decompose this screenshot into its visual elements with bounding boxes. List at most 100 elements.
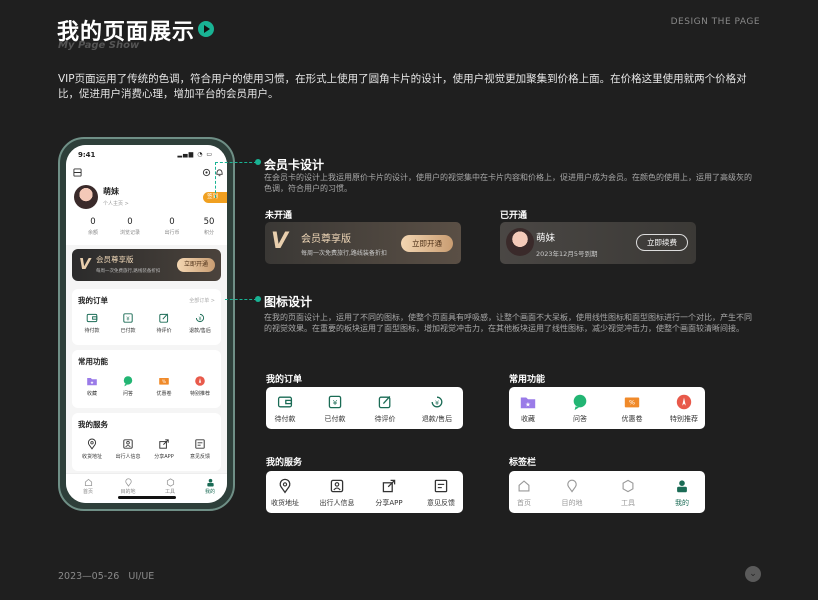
order-refund[interactable]: ¥ 退款/售后: [182, 311, 218, 334]
panel-orders-title: 我的订单: [266, 375, 303, 385]
panel-tab-destination[interactable]: 目的地: [547, 477, 597, 508]
func-favorites[interactable]: ★ 收藏: [74, 374, 110, 397]
settings-icon[interactable]: [202, 168, 211, 177]
avatar: [506, 228, 534, 256]
functions-title: 常用功能: [78, 357, 108, 366]
orders-card: 我的订单 全部订单 > 待付款 ¥ 已付款 待评价 ¥ 退款/售后: [72, 289, 221, 345]
panel-func-coupons[interactable]: % 优惠卷: [607, 393, 657, 424]
service-address[interactable]: 收货地址: [74, 437, 110, 460]
panel-order-paid[interactable]: ¥ 已付款: [310, 393, 360, 424]
vip-card[interactable]: V 会员尊享版 每周一次免费旅行,路线装备折扣 立即开通: [72, 249, 221, 281]
svg-text:★: ★: [525, 402, 531, 409]
panel-func-recommend[interactable]: 特别推荐: [659, 393, 709, 424]
avatar[interactable]: [74, 185, 98, 209]
tab-bar: 首页 目的地 工具 我的: [66, 473, 227, 503]
all-orders-link[interactable]: 全部订单 >: [189, 297, 215, 304]
phone-screen: 9:41 ▂▄▆ ◔ ▭ 萌妹 个人主页 > 签到 0 余额 0 浏览记录 0 出行币…: [66, 145, 227, 503]
panel-orders: 待付款 ¥ 已付款 待评价 ¥ 退款/售后: [266, 387, 463, 429]
svg-text:%: %: [629, 400, 635, 407]
vip-logo-icon: V: [79, 255, 91, 273]
orders-title: 我的订单: [78, 296, 108, 305]
connector-dot: [255, 296, 261, 302]
panel-functions: ★ 收藏 问答 % 优惠卷 特别推荐: [509, 387, 705, 429]
panel-service-feedback[interactable]: 意见反馈: [416, 477, 466, 508]
chevron-down-icon[interactable]: ⌄: [745, 566, 761, 582]
panel-order-pending-pay[interactable]: 待付款: [260, 393, 310, 424]
opened-label: 已开通: [500, 211, 528, 221]
order-to-review[interactable]: 待评价: [146, 311, 182, 334]
panel-func-qa[interactable]: 问答: [555, 393, 605, 424]
member-card-unopened[interactable]: V 会员尊享版 每周一次免费旅行,路线装备折扣 立即开通: [265, 222, 461, 264]
connector-line: [215, 162, 257, 163]
panel-tab-tools[interactable]: 工具: [603, 477, 653, 508]
renew-button[interactable]: 立即续费: [636, 234, 688, 251]
vip-open-button[interactable]: 立即开通: [177, 258, 215, 272]
scan-icon[interactable]: [73, 168, 82, 177]
panel-service-address[interactable]: 收货地址: [260, 477, 310, 508]
user-home-link[interactable]: 个人主页 >: [103, 200, 129, 207]
panel-service-share-app[interactable]: 分享APP: [364, 477, 414, 508]
service-traveler-info[interactable]: 出行人信息: [110, 437, 146, 460]
panel-functions-title: 常用功能: [509, 375, 546, 385]
panel-order-to-review[interactable]: 待评价: [360, 393, 410, 424]
order-pending-pay[interactable]: 待付款: [74, 311, 110, 334]
member-card-desc: 每周一次免费旅行,路线装备折扣: [301, 250, 387, 257]
svg-text:¥: ¥: [435, 399, 439, 407]
stat-history[interactable]: 0 浏览记录: [115, 217, 145, 236]
panel-tabbar-title: 标签栏: [509, 458, 537, 468]
member-expiry: 2023年12月5号到期: [536, 250, 598, 258]
tab-mine[interactable]: 我的: [198, 478, 222, 495]
connector-line: [225, 299, 257, 300]
vip-logo-icon: V: [271, 229, 289, 254]
service-feedback[interactable]: 意见反馈: [182, 437, 218, 460]
tab-tools[interactable]: 工具: [158, 478, 182, 495]
user-name: 萌妹: [103, 187, 119, 196]
member-section-title: 会员卡设计: [264, 158, 325, 172]
svg-text:¥: ¥: [198, 316, 201, 322]
func-recommend[interactable]: 特别推荐: [182, 374, 218, 397]
status-time: 9:41: [78, 151, 96, 159]
panel-tab-home[interactable]: 首页: [499, 477, 549, 508]
unopened-label: 未开通: [265, 211, 293, 221]
svg-text:%: %: [162, 379, 166, 384]
tab-home[interactable]: 首页: [76, 478, 100, 495]
stat-balance[interactable]: 0 余额: [78, 217, 108, 236]
services-card: 我的服务 收货地址 出行人信息 分享APP 意见反馈: [72, 413, 221, 471]
panel-tabbar: 首页 目的地 工具 我的: [509, 471, 705, 513]
stat-coins[interactable]: 0 出行币: [157, 217, 187, 236]
func-qa[interactable]: 问答: [110, 374, 146, 397]
icon-section-title: 图标设计: [264, 295, 313, 309]
connector-dot: [255, 159, 261, 165]
panel-tab-mine[interactable]: 我的: [657, 477, 707, 508]
vip-desc: 每周一次免费旅行,路线装备折扣: [96, 269, 161, 274]
footer-tag: UI/UE: [128, 571, 155, 582]
footer: 2023—05-26 UI/UE: [58, 571, 154, 582]
play-icon: [198, 21, 214, 37]
functions-card: 常用功能 ★ 收藏 问答 % 优惠卷 特别推荐: [72, 350, 221, 408]
panel-service-traveler-info[interactable]: 出行人信息: [312, 477, 362, 508]
member-card-title: 会员尊享版: [301, 234, 351, 245]
design-label: DESIGN THE PAGE: [670, 17, 760, 27]
services-title: 我的服务: [78, 420, 108, 429]
member-card-opened[interactable]: 萌妹 2023年12月5号到期 立即续费: [500, 222, 696, 264]
intro-text: VIP页面运用了传统的色调，符合用户的使用习惯，在形式上使用了圆角卡片的设计，使…: [58, 73, 747, 100]
icon-section-desc: 在我的页面设计上，运用了不同的图标，使整个页面具有呼吸感，让整个画面不大呆板，使…: [264, 313, 752, 333]
panel-order-refund[interactable]: ¥ 退款/售后: [412, 393, 462, 424]
footer-date: 2023—05-26: [58, 571, 120, 582]
open-now-button[interactable]: 立即开通: [401, 235, 453, 252]
stat-points[interactable]: 50 积分: [194, 217, 224, 236]
svg-text:¥: ¥: [333, 398, 338, 407]
order-paid[interactable]: ¥ 已付款: [110, 311, 146, 334]
panel-services: 收货地址 出行人信息 分享APP 意见反馈: [266, 471, 463, 513]
connector-line: [215, 162, 216, 198]
page-subtitle: My Page Show: [58, 40, 140, 51]
phone-mockup: 9:41 ▂▄▆ ◔ ▭ 萌妹 个人主页 > 签到 0 余额 0 浏览记录 0 出行币…: [58, 137, 235, 511]
panel-func-favorites[interactable]: ★ 收藏: [503, 393, 553, 424]
member-name: 萌妹: [536, 233, 556, 244]
func-coupons[interactable]: % 优惠卷: [146, 374, 182, 397]
service-share-app[interactable]: 分享APP: [146, 437, 182, 460]
bell-icon[interactable]: [215, 168, 224, 177]
svg-text:★: ★: [90, 380, 94, 385]
vip-title: 会员尊享版: [96, 255, 134, 264]
tab-destination[interactable]: 目的地: [116, 478, 140, 495]
